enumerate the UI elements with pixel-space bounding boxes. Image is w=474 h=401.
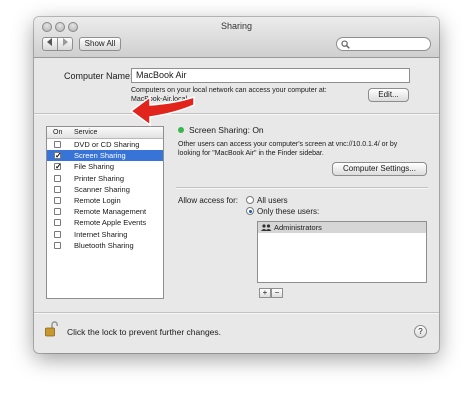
- service-checkbox[interactable]: [54, 208, 61, 216]
- sharing-window: Sharing Show All Computer Name: MacBook …: [34, 17, 439, 353]
- service-checkbox[interactable]: [54, 141, 61, 148]
- title-bar: Sharing Show All: [34, 17, 439, 58]
- user-group-name: Administrators: [274, 223, 322, 232]
- list-item[interactable]: ✓ Screen Sharing: [47, 150, 163, 162]
- service-checkbox[interactable]: [54, 196, 61, 204]
- service-checkbox[interactable]: ✓: [54, 152, 62, 160]
- group-users-icon: [261, 224, 272, 231]
- service-checkbox[interactable]: [54, 185, 61, 193]
- footer-divider: [34, 312, 439, 313]
- list-item[interactable]: Remote Login: [47, 195, 163, 206]
- annotation-arrow-icon: [129, 95, 195, 127]
- service-name: Bluetooth Sharing: [74, 240, 134, 250]
- lock-hint: Click the lock to prevent further change…: [67, 327, 222, 337]
- list-item[interactable]: Scanner Sharing: [47, 184, 163, 195]
- only-these-users-radio[interactable]: [246, 207, 254, 215]
- service-name: File Sharing: [74, 162, 115, 172]
- forward-button[interactable]: [57, 37, 73, 51]
- computer-settings-button[interactable]: Computer Settings...: [332, 162, 427, 176]
- list-item[interactable]: Administrators: [258, 222, 426, 233]
- preferences-pane: Computer Name: MacBook Air Computers on …: [34, 58, 439, 353]
- service-name: Remote Apple Events: [74, 218, 147, 228]
- show-all-button[interactable]: Show All: [79, 37, 121, 51]
- list-item[interactable]: Bluetooth Sharing: [47, 240, 163, 251]
- service-name: Screen Sharing: [74, 151, 126, 161]
- service-name: Remote Management: [74, 207, 147, 217]
- window-title: Sharing: [220, 21, 253, 31]
- search-input[interactable]: [336, 37, 431, 51]
- chevron-right-icon: [63, 38, 68, 46]
- allowed-users-list[interactable]: Administrators: [257, 221, 427, 283]
- list-item[interactable]: ✓ File Sharing: [47, 161, 163, 172]
- detail-divider: [176, 187, 428, 188]
- services-list[interactable]: On Service DVD or CD Sharing ✓ Screen Shar…: [46, 126, 164, 299]
- divider: [34, 113, 439, 114]
- list-item[interactable]: Remote Management: [47, 206, 163, 217]
- service-status: Screen Sharing: On: [189, 125, 264, 135]
- service-name: Printer Sharing: [74, 173, 125, 183]
- chevron-left-icon: [47, 38, 52, 46]
- lock-icon[interactable]: [45, 320, 58, 337]
- col-on-header: On: [53, 129, 63, 136]
- search-icon: [341, 40, 350, 49]
- list-item[interactable]: Printer Sharing: [47, 173, 163, 184]
- only-these-users-label: Only these users:: [257, 207, 320, 216]
- service-description-line2: looking for "MacBook Air" in the Finder …: [178, 150, 324, 157]
- service-checkbox[interactable]: ✓: [54, 163, 62, 171]
- service-name: Remote Login: [74, 195, 121, 205]
- list-item[interactable]: Remote Apple Events: [47, 217, 163, 228]
- back-button[interactable]: [42, 37, 58, 51]
- services-rows: DVD or CD Sharing ✓ Screen Sharing ✓ File Sh…: [47, 139, 163, 251]
- computer-name-field[interactable]: MacBook Air: [131, 68, 410, 83]
- service-checkbox[interactable]: [54, 230, 61, 238]
- help-button[interactable]: ?: [414, 325, 427, 338]
- col-service-header: Service: [74, 129, 98, 136]
- all-users-radio[interactable]: [246, 196, 254, 204]
- service-checkbox[interactable]: [54, 174, 61, 182]
- all-users-label: All users: [257, 196, 288, 205]
- allow-access-label: Allow access for:: [178, 196, 239, 205]
- service-name: Scanner Sharing: [74, 184, 130, 194]
- service-name: Internet Sharing: [74, 229, 128, 239]
- service-checkbox[interactable]: [54, 241, 61, 249]
- service-name: DVD or CD Sharing: [74, 140, 140, 149]
- service-checkbox[interactable]: [54, 219, 61, 227]
- edit-hostname-button[interactable]: Edit...: [368, 88, 409, 102]
- list-item[interactable]: Internet Sharing: [47, 229, 163, 240]
- add-user-button[interactable]: +: [259, 288, 271, 298]
- service-description-line1: Other users can access your computer's s…: [178, 141, 398, 148]
- list-item[interactable]: DVD or CD Sharing: [47, 139, 163, 150]
- computer-name-label: Computer Name:: [64, 71, 133, 81]
- remove-user-button[interactable]: −: [271, 288, 283, 298]
